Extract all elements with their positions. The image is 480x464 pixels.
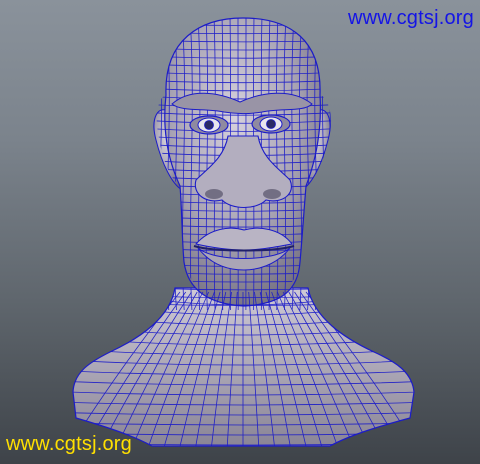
watermark-top: www.cgtsj.org — [348, 7, 474, 29]
head-mesh-model[interactable] — [0, 0, 480, 464]
3d-viewport[interactable]: www.cgtsj.org www.cgtsj.org — [0, 0, 480, 464]
watermark-bottom: www.cgtsj.org — [6, 433, 132, 455]
right-eye — [251, 114, 291, 134]
left-eye — [189, 115, 229, 135]
